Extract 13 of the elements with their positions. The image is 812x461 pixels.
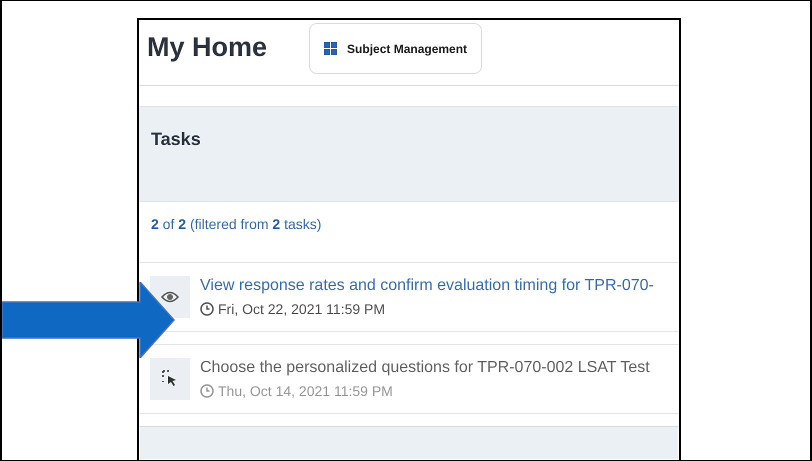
page-title: My Home	[147, 32, 268, 63]
due-date: Thu, Oct 14, 2021 11:59 PM	[218, 383, 393, 399]
due-date: Fri, Oct 22, 2021 11:59 PM	[218, 301, 386, 317]
tasks-title: Tasks	[151, 129, 201, 149]
clock-icon	[200, 302, 214, 316]
task-count-summary: 2 of 2 (filtered from 2 tasks)	[150, 215, 322, 234]
grid-icon	[324, 42, 338, 55]
subject-management-button[interactable]: Subject Management	[309, 23, 482, 74]
task-title[interactable]: View response rates and confirm evaluation timing for TPR-070-	[200, 277, 654, 295]
selection-cursor-icon	[150, 358, 190, 400]
task-title[interactable]: Choose the personalized questions for TPR-070-002 LSAT Test	[200, 359, 650, 377]
clock-icon	[200, 384, 214, 398]
task-item[interactable]: Choose the personalized questions for TPR-070-002 LSAT Test Thu, Oct 14, 2021 11:59 PM	[139, 344, 679, 414]
